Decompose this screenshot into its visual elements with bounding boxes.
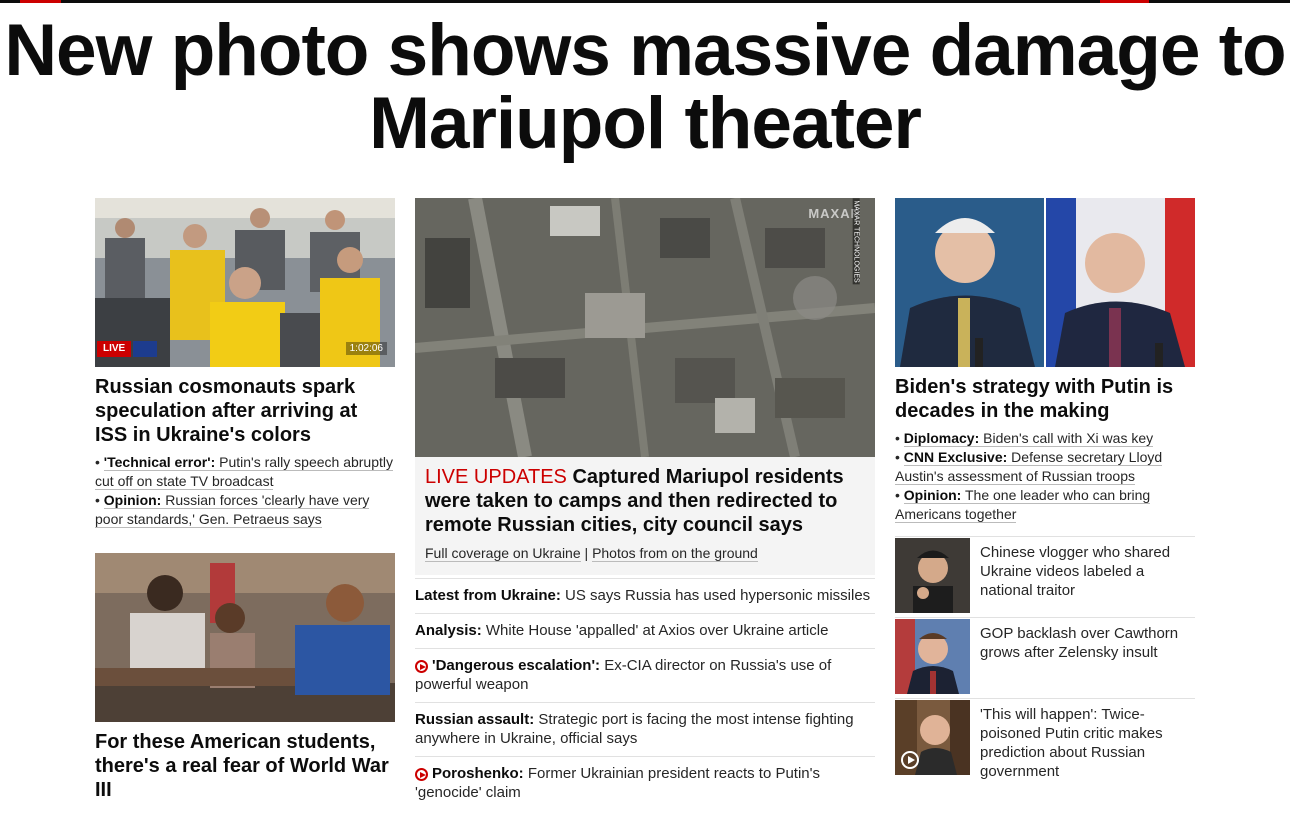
- biden-putin-photo: [895, 198, 1195, 367]
- kara-murza-thumbnail: [895, 700, 970, 775]
- biden-putin-headline[interactable]: Biden's strategy with Putin is decades i…: [895, 375, 1195, 423]
- live-badge: LIVE: [97, 341, 132, 357]
- list-item[interactable]: Russian assault: Strategic port is facin…: [415, 702, 875, 756]
- photos-link[interactable]: Photos from on the ground: [592, 545, 758, 562]
- list-item[interactable]: Chinese vlogger who shared Ukraine video…: [895, 536, 1195, 617]
- related-link[interactable]: • Diplomacy: Biden's call with Xi was ke…: [895, 429, 1195, 448]
- list-item[interactable]: GOP backlash over Cawthorn grows after Z…: [895, 617, 1195, 698]
- middle-column: MAXAR MAXAR TECHNOLOGIES LIVE UPDATES Ca…: [415, 198, 875, 810]
- kara-murza-headline[interactable]: 'This will happen': Twice-poisoned Putin…: [980, 705, 1185, 781]
- cosmonauts-video-thumbnail[interactable]: LIVE 1:02:06: [95, 198, 395, 367]
- cosmonauts-related-links: • 'Technical error': Putin's rally speec…: [95, 453, 395, 529]
- related-link[interactable]: • 'Technical error': Putin's rally speec…: [95, 453, 395, 491]
- right-column: Biden's strategy with Putin is decades i…: [895, 198, 1195, 798]
- cosmonauts-headline[interactable]: Russian cosmonauts spark speculation aft…: [95, 375, 395, 447]
- ukraine-headline-list: Latest from Ukraine: US says Russia has …: [415, 578, 875, 810]
- cawthorn-thumbnail: [895, 619, 970, 694]
- students-headline[interactable]: For these American students, there's a r…: [95, 730, 395, 802]
- lead-story-box: LIVE UPDATES Captured Mariupol residents…: [415, 457, 875, 575]
- list-item[interactable]: 'This will happen': Twice-poisoned Putin…: [895, 698, 1195, 799]
- list-item[interactable]: 'Dangerous escalation': Ex-CIA director …: [415, 648, 875, 702]
- vlogger-thumbnail: [895, 538, 970, 613]
- biden-putin-image[interactable]: [895, 198, 1195, 367]
- live-updates-label: LIVE UPDATES: [425, 466, 567, 488]
- main-headline[interactable]: New photo shows massive damage to Mariup…: [0, 14, 1290, 160]
- list-item[interactable]: Poroshenko: Former Ukrainian president r…: [415, 756, 875, 810]
- lead-story-sublinks: Full coverage on Ukraine | Photos from o…: [425, 545, 865, 562]
- satellite-image: [415, 198, 875, 457]
- video-duration: 1:02:06: [345, 342, 387, 355]
- biden-related-links: • Diplomacy: Biden's call with Xi was ke…: [895, 429, 1195, 524]
- top-accent-left: [20, 0, 61, 3]
- top-border: [0, 0, 1290, 3]
- top-accent-right: [1100, 0, 1149, 3]
- roscosmos-logo: [133, 341, 157, 357]
- students-image: [95, 553, 395, 722]
- related-link[interactable]: • CNN Exclusive: Defense secretary Lloyd…: [895, 448, 1195, 486]
- lead-story-headline[interactable]: LIVE UPDATES Captured Mariupol residents…: [425, 465, 865, 537]
- left-column: LIVE 1:02:06 Russian cosmonauts spark sp…: [95, 198, 395, 808]
- play-icon: [415, 660, 428, 673]
- video-play-icon: [901, 751, 919, 769]
- vlogger-headline[interactable]: Chinese vlogger who shared Ukraine video…: [980, 543, 1185, 600]
- list-item[interactable]: Latest from Ukraine: US says Russia has …: [415, 578, 875, 613]
- image-credit: MAXAR TECHNOLOGIES: [852, 198, 860, 285]
- mariupol-satellite-image[interactable]: MAXAR MAXAR TECHNOLOGIES: [415, 198, 875, 457]
- students-story-image[interactable]: [95, 553, 395, 722]
- sublink-separator: |: [584, 545, 589, 561]
- related-link[interactable]: • Opinion: The one leader who can bring …: [895, 486, 1195, 524]
- related-link[interactable]: • Opinion: Russian forces 'clearly have …: [95, 491, 395, 529]
- cawthorn-headline[interactable]: GOP backlash over Cawthorn grows after Z…: [980, 624, 1185, 662]
- play-icon: [415, 768, 428, 781]
- list-item[interactable]: Analysis: White House 'appalled' at Axio…: [415, 613, 875, 648]
- full-coverage-link[interactable]: Full coverage on Ukraine: [425, 545, 581, 562]
